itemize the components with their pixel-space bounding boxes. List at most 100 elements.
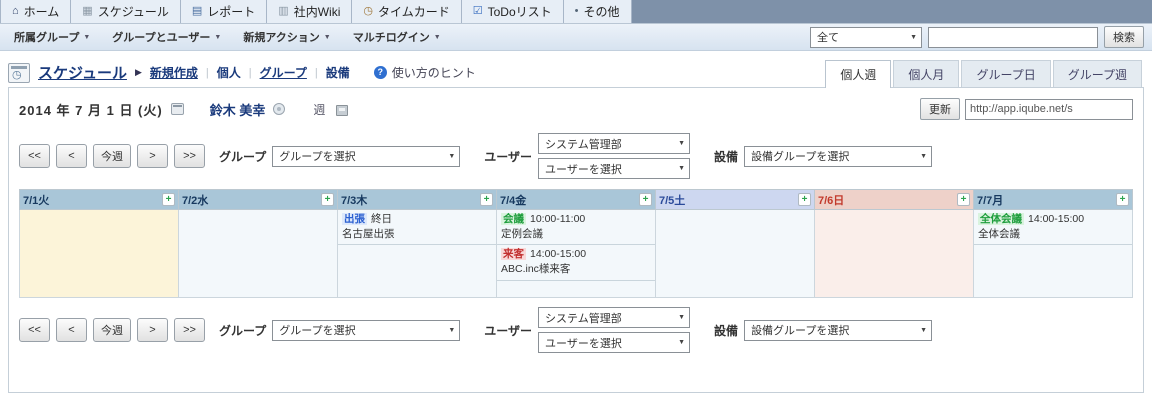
app-tab[interactable]: ▦ スケジュール <box>71 0 181 23</box>
event-time: 14:00-15:00 <box>530 248 587 261</box>
day-cell[interactable]: 全体会議 14:00-15:00 全体会議 <box>973 209 1133 298</box>
day-cell[interactable]: 出張 終日 名古屋出張 <box>337 209 497 298</box>
add-event-icon[interactable]: + <box>798 193 811 206</box>
event-tag: 全体会議 <box>978 213 1024 225</box>
tab-bar-filler <box>631 0 1152 23</box>
day-label: 7/7月 <box>977 194 1004 207</box>
event-title: 全体会議 <box>978 227 1020 240</box>
event-item[interactable]: 全体会議 14:00-15:00 全体会議 <box>974 210 1132 246</box>
day-label: 7/4金 <box>500 194 527 207</box>
equipment-select[interactable]: 設備グループを選択 <box>744 319 933 341</box>
chevron-down-icon: ▼ <box>323 33 331 41</box>
user-select[interactable]: ユーザーを選択 <box>538 158 691 179</box>
nav-button[interactable]: >> <box>174 318 205 342</box>
add-event-icon[interactable]: + <box>162 193 175 206</box>
crumb-link[interactable]: 新規作成 <box>150 64 198 81</box>
menu-item[interactable]: 所属グループ ▼ <box>14 29 90 45</box>
week-label: 週 <box>313 102 326 117</box>
day-cell[interactable]: 会議 10:00-11:00 定例会議 来客 14:00-15:00 ABC.inc様来客 <box>496 209 656 298</box>
group-select[interactable]: グループを選択 <box>272 145 461 167</box>
menu-item[interactable]: マルチログイン ▼ <box>353 29 441 45</box>
user-selects: システム管理部ユーザーを選択 <box>538 307 691 353</box>
home-icon: ⌂ <box>12 5 19 17</box>
user-selects: システム管理部ユーザーを選択 <box>538 133 691 179</box>
page-title[interactable]: スケジュール <box>38 62 127 83</box>
group-select[interactable]: グループを選択 <box>272 319 461 341</box>
nav-button[interactable]: < <box>56 318 87 342</box>
menu-item[interactable]: 新規アクション ▼ <box>243 29 330 45</box>
event-item[interactable]: 来客 14:00-15:00 ABC.inc様来客 <box>497 245 655 281</box>
current-date: 2014 年 7 月 1 日 (火) <box>19 102 163 118</box>
day-cell[interactable] <box>19 209 179 298</box>
print-icon[interactable] <box>336 104 349 116</box>
view-tab[interactable]: 個人月 <box>893 60 960 87</box>
crumb-link[interactable]: グループ <box>260 64 307 81</box>
app-tab-label: 社内Wiki <box>293 5 341 19</box>
add-event-icon[interactable]: + <box>1116 193 1129 206</box>
nav-button[interactable]: > <box>137 318 168 342</box>
add-event-icon[interactable]: + <box>639 193 652 206</box>
view-tab[interactable]: グループ週 <box>1052 60 1142 87</box>
chevron-down-icon: ▼ <box>214 33 222 41</box>
nav-button[interactable]: 今週 <box>93 318 131 342</box>
permalink-url-input[interactable] <box>965 98 1133 120</box>
app-tab[interactable]: ◷ タイムカード <box>352 0 462 23</box>
group-label: グループ <box>219 323 267 338</box>
equipment-label: 設備 <box>714 149 739 164</box>
app-tab[interactable]: • その他 <box>563 0 632 23</box>
user-group-select[interactable]: システム管理部 <box>538 133 691 154</box>
day-label: 7/5土 <box>659 194 686 207</box>
nav-button[interactable]: < <box>56 144 87 168</box>
breadcrumb-arrow-icon: ▶ <box>134 67 142 77</box>
menu-item[interactable]: グループとユーザー ▼ <box>112 29 221 45</box>
equipment-label: 設備 <box>714 323 739 338</box>
app-tab[interactable]: ⌂ ホーム <box>0 0 72 23</box>
app-tab[interactable]: ☑ ToDoリスト <box>461 0 564 23</box>
date-picker-icon[interactable] <box>170 103 184 115</box>
search-button[interactable]: 検索 <box>1104 26 1144 48</box>
event-line1: 全体会議 14:00-15:00 <box>978 212 1128 227</box>
menu-bar: 所属グループ▼ グループとユーザー▼ 新規アクション▼ マルチログイン▼ 全て 検索 <box>0 24 1152 51</box>
help-icon: ? <box>373 66 387 79</box>
user-select[interactable]: ユーザーを選択 <box>538 332 691 353</box>
event-tag: 来客 <box>501 248 526 261</box>
app-tab[interactable]: ▥ 社内Wiki <box>267 0 353 23</box>
app-tab-label: ホーム <box>23 5 60 19</box>
nav-button[interactable]: > <box>137 144 168 168</box>
help-link[interactable]: ? 使い方のヒント <box>373 64 476 81</box>
search-input[interactable] <box>928 26 1098 48</box>
day-cell[interactable] <box>814 209 974 298</box>
event-item[interactable]: 出張 終日 名古屋出張 <box>338 210 496 246</box>
app-tab[interactable]: ▤ レポート <box>180 0 268 23</box>
nav-button[interactable]: << <box>19 144 50 168</box>
schedule-header-row: スケジュール ▶ 新規作成 | 個人 | グループ | 設備 ? 使い方のヒント 個人週個人… <box>8 60 1144 88</box>
view-tab[interactable]: グループ日 <box>961 60 1051 87</box>
day-label: 7/3木 <box>341 194 368 207</box>
day-cell[interactable] <box>178 209 338 298</box>
event-item[interactable]: 会議 10:00-11:00 定例会議 <box>497 210 655 246</box>
add-event-icon[interactable]: + <box>321 193 334 206</box>
day-header: 7/3木 + <box>337 189 497 210</box>
search-filter-select[interactable]: 全て <box>810 26 922 48</box>
nav-button[interactable]: << <box>19 318 50 342</box>
group-label: グループ <box>219 149 267 164</box>
separator: | <box>248 66 252 79</box>
presence-icon <box>273 103 286 115</box>
user-group-select[interactable]: システム管理部 <box>538 307 691 328</box>
refresh-button[interactable]: 更新 <box>920 98 960 120</box>
week-calendar: 7/1火 +7/2水 +7/3木 +7/4金 +7/5土 +7/6日 +7/7月 + 出張 終日… <box>19 189 1133 298</box>
crumb-link[interactable]: 個人 <box>217 64 241 81</box>
event-line1: 出張 終日 <box>342 212 492 227</box>
nav-button[interactable]: 今週 <box>93 144 131 168</box>
add-event-icon[interactable]: + <box>957 193 970 206</box>
nav-button[interactable]: >> <box>174 144 205 168</box>
user-label: ユーザー <box>484 323 533 338</box>
crumb-link[interactable]: 設備 <box>326 64 350 81</box>
user-name-link[interactable]: 鈴木 美幸 <box>210 100 266 119</box>
search-filter-value: 全て <box>817 32 839 44</box>
view-tab[interactable]: 個人週 <box>825 60 892 88</box>
add-event-icon[interactable]: + <box>480 193 493 206</box>
day-cell[interactable] <box>655 209 815 298</box>
equipment-select[interactable]: 設備グループを選択 <box>744 145 933 167</box>
event-title: 定例会議 <box>501 227 543 240</box>
